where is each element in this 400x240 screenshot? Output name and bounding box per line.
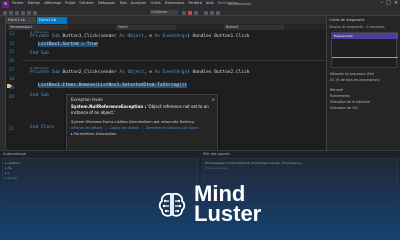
toolbar: Continuer (0, 9, 400, 16)
line-number: 18 (9, 76, 15, 81)
view-details-link[interactable]: Afficher les détails (71, 126, 102, 130)
document-tabs: Form1.vb [Design] Form1.vb (6, 16, 326, 29)
title-bar: ∞ Fichier Édition Affichage Projet Génér… (0, 0, 400, 9)
exception-message: System.NullReferenceException : 'Object … (71, 104, 209, 115)
code-line: End Sub (30, 93, 49, 98)
step-out-icon[interactable] (216, 10, 220, 15)
brand-name: Mind Luster (194, 183, 262, 226)
member-dropdown[interactable]: Button1 (224, 24, 284, 30)
window-controls: – □ × (381, 0, 398, 6)
close-icon[interactable]: × (394, 0, 398, 6)
popup-links: Afficher les détails | Copier les détail… (71, 126, 199, 130)
line-number-gutter: 13 14 15 16 17 18 19 20 21 (6, 30, 22, 150)
line-number: 21 (9, 126, 15, 131)
line-number: 14 (9, 41, 15, 46)
step-into-icon[interactable] (204, 10, 208, 15)
method-separator (22, 60, 326, 61)
code-line: End Class (30, 125, 55, 130)
window-title: WindowsApp1 (228, 1, 252, 6)
menu-test[interactable]: Test (120, 1, 127, 5)
line-number: 16 (9, 58, 15, 63)
code-line: ListBox1.Sorted = True (38, 42, 98, 47)
menu-window[interactable]: Fenêtre (188, 1, 202, 5)
line-number: 17 (9, 67, 15, 72)
menu-help[interactable]: Aide (206, 1, 214, 5)
undo-icon[interactable] (27, 10, 31, 15)
panel-title: Outils de diagnostic (329, 18, 365, 22)
live-share-link[interactable]: Démarrer la session Live Share (146, 126, 199, 130)
copy-details-link[interactable]: Copier les détails (110, 126, 139, 130)
visual-studio-logo-icon: ∞ (2, 1, 9, 8)
brain-logo-icon (158, 192, 186, 217)
line-number: 15 (9, 49, 15, 54)
menu-bar: Fichier Édition Affichage Projet Générer… (12, 1, 238, 5)
stop-icon[interactable] (188, 10, 192, 15)
project-dropdown[interactable]: WindowsApp1 (8, 24, 68, 30)
menu-view[interactable]: Affichage (44, 1, 61, 5)
menu-project[interactable]: Projet (65, 1, 75, 5)
class-dropdown[interactable]: Form1 (116, 24, 176, 30)
menu-build[interactable]: Générer (79, 1, 94, 5)
back-icon[interactable] (3, 10, 7, 15)
continue-button[interactable]: Continuer (150, 10, 178, 15)
menu-file[interactable]: Fichier (12, 1, 24, 5)
line-number: 13 (9, 31, 15, 36)
step-over-icon[interactable] (210, 10, 214, 15)
panel-item[interactable]: UC (% de tous les processeurs) (330, 78, 380, 82)
tab-form1-design[interactable]: Form1.vb [Design] (6, 17, 36, 29)
graph-label: Événements (334, 34, 353, 38)
code-line: Private Sub Button2_Click(sender As Obje… (30, 70, 250, 75)
line-number: 20 (9, 94, 15, 99)
popup-title: Exception levée (71, 97, 103, 102)
brand-line-2: Luster (194, 201, 262, 226)
menu-debug[interactable]: Déboguer (98, 1, 116, 5)
forward-icon[interactable] (9, 10, 13, 15)
tab-form1-code[interactable]: Form1.vb (37, 17, 67, 24)
maximize-icon[interactable]: □ (386, 0, 391, 6)
diagnostic-tools-panel: Outils de diagnostic Session de diagnost… (326, 16, 400, 150)
exception-highlighted-line: ListBox1.Items.Remove(ListBox1.SelectedI… (38, 83, 188, 88)
panel-item[interactable]: Utilisation de la mémoire (330, 100, 370, 104)
menu-analyze[interactable]: Analyser (131, 1, 147, 5)
events-graph: Événements (331, 32, 398, 68)
code-line: End Sub (30, 51, 49, 56)
menu-extensions[interactable]: Extensions (165, 1, 185, 5)
restart-icon[interactable] (194, 10, 198, 15)
exception-popup: Exception levée ✕ System.NullReferenceEx… (66, 94, 218, 152)
menu-tools[interactable]: Outils (150, 1, 160, 5)
panel-item[interactable]: Résumé (330, 88, 343, 92)
panel-item[interactable]: Utilisation de l'UC (330, 106, 358, 110)
exception-settings-toggle[interactable]: ▸ Paramètres d'exception (71, 132, 116, 136)
pause-icon[interactable] (182, 10, 186, 15)
exception-detail: System.Windows.Forms.ListBox.SelectedIte… (71, 120, 195, 124)
menu-edit[interactable]: Édition (28, 1, 40, 5)
memory-line (332, 57, 398, 58)
code-line: Private Sub Button1_Click(sender As Obje… (30, 34, 250, 39)
minimize-icon[interactable]: – (381, 0, 384, 6)
panel-item[interactable]: Mémoire du processus (Mo) (330, 72, 374, 76)
close-icon[interactable]: ✕ (212, 97, 215, 102)
session-info: Session de diagnostic : 5 secondes (329, 25, 385, 29)
save-icon[interactable] (15, 10, 19, 15)
save-all-icon[interactable] (21, 10, 25, 15)
panel-item[interactable]: Événements (330, 94, 350, 98)
redo-icon[interactable] (33, 10, 37, 15)
